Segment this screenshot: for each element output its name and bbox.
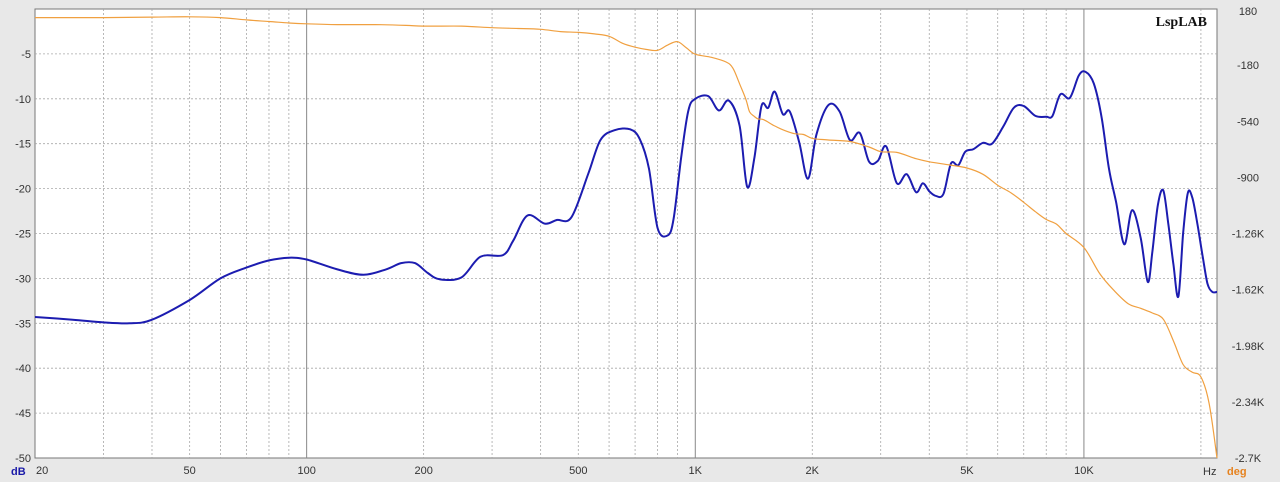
y2-tick-label: -180: [1237, 60, 1259, 72]
y2-tick-label: -900: [1237, 172, 1259, 184]
y-axis-right: 180 -180 -540 -900 -1.26K -1.62K -1.98K -2.34K -…: [1232, 6, 1265, 465]
y-unit-label: dB: [11, 466, 26, 478]
y2-tick-label: -2.34K: [1232, 397, 1265, 409]
x-tick-label: 20: [36, 465, 48, 477]
y2-tick-label: -1.26K: [1232, 229, 1265, 241]
x-tick-label: 200: [414, 465, 432, 477]
y-tick-label: -40: [15, 363, 31, 375]
x-unit-label: Hz: [1203, 466, 1216, 478]
y2-tick-label: -540: [1237, 116, 1259, 128]
y-tick-label: -5: [21, 49, 31, 61]
y-tick-label: -35: [15, 318, 31, 330]
x-axis: 20 50 100 200 500 1K 2K 5K 10K: [36, 465, 1094, 477]
y-tick-label: -50: [15, 453, 31, 465]
y-tick-label: -10: [15, 94, 31, 106]
y2-unit-label: deg: [1227, 466, 1247, 478]
x-tick-label: 2K: [806, 465, 820, 477]
x-tick-label: 500: [569, 465, 587, 477]
x-tick-label: 100: [297, 465, 315, 477]
x-tick-label: 1K: [689, 465, 703, 477]
x-tick-label: 50: [184, 465, 196, 477]
y-tick-label: -25: [15, 229, 31, 241]
y-tick-label: -15: [15, 139, 31, 151]
y2-tick-label: -1.62K: [1232, 285, 1265, 297]
y-tick-label: -20: [15, 184, 31, 196]
frequency-response-chart: -5 -10 -15 -20 -25 -30 -35 -40 -45 -50 180 -180 -54…: [11, 6, 1265, 478]
y2-tick-label: -1.98K: [1232, 341, 1265, 353]
brand-label: LspLAB: [1156, 15, 1207, 30]
y2-tick-label: 180: [1239, 6, 1257, 18]
x-tick-label: 5K: [960, 465, 974, 477]
y-axis-left: -5 -10 -15 -20 -25 -30 -35 -40 -45 -50: [15, 49, 31, 465]
y-tick-label: -45: [15, 408, 31, 420]
x-tick-label: 10K: [1074, 465, 1094, 477]
y-tick-label: -30: [15, 273, 31, 285]
y2-tick-label: -2.7K: [1235, 453, 1262, 465]
